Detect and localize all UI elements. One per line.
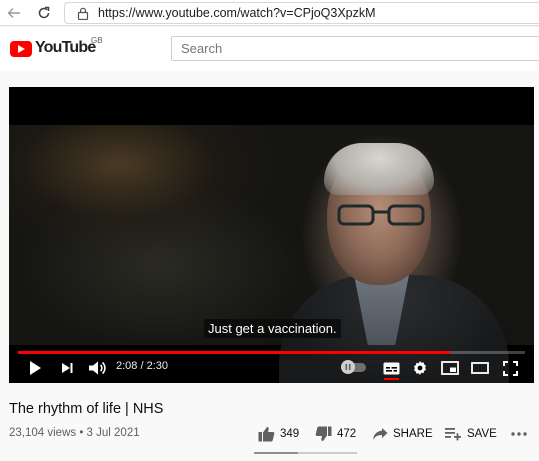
search-input[interactable]: Search [171, 36, 539, 61]
add-to-playlist-icon [445, 428, 461, 441]
youtube-logo[interactable]: YouTube GB [10, 36, 103, 61]
search-placeholder: Search [181, 41, 223, 56]
thumbs-down-icon [315, 426, 332, 441]
region-code: GB [91, 36, 103, 45]
speaker-glasses [337, 204, 425, 226]
refresh-icon [38, 6, 50, 19]
video-title: The rhythm of life | NHS [9, 401, 164, 417]
volume-icon [89, 361, 106, 375]
progress-played [18, 351, 451, 354]
thumbs-up-icon [258, 427, 275, 442]
play-icon [30, 361, 41, 375]
video-player[interactable]: Just get a vaccination. 2:08 / 2:30 [9, 87, 534, 383]
more-horizontal-icon [511, 432, 527, 436]
lock-icon [77, 7, 89, 20]
play-button[interactable] [25, 357, 45, 379]
logo-text: YouTube [35, 39, 96, 56]
browser-toolbar: https://www.youtube.com/watch?v=CPjoQ3Xp… [0, 0, 539, 26]
refresh-button[interactable] [34, 3, 54, 23]
back-arrow-icon [7, 8, 20, 18]
view-count-date: 23,104 views • 3 Jul 2021 [9, 427, 140, 439]
share-button[interactable]: SHARE [372, 424, 433, 444]
browser-window: https://www.youtube.com/watch?v=CPjoQ3Xp… [0, 0, 539, 461]
next-icon [62, 363, 73, 373]
youtube-header: YouTube GB Search [0, 27, 539, 71]
fullscreen-icon [502, 360, 518, 376]
address-bar[interactable]: https://www.youtube.com/watch?v=CPjoQ3Xp… [64, 2, 539, 24]
subtitles-icon [383, 362, 399, 374]
speaker-hair [324, 143, 434, 195]
theater-mode-button[interactable] [469, 357, 491, 379]
dislike-count: 472 [337, 428, 357, 440]
video-frame[interactable] [9, 125, 534, 383]
settings-button[interactable] [409, 357, 431, 379]
pause-icon [345, 364, 351, 370]
volume-button[interactable] [86, 357, 108, 379]
dislike-button[interactable]: 472 [315, 424, 356, 444]
settings-icon [414, 361, 426, 375]
fullscreen-button[interactable] [499, 357, 521, 379]
miniplayer-button[interactable] [439, 357, 461, 379]
like-count: 349 [280, 428, 300, 440]
subtitles-button[interactable] [380, 357, 402, 379]
time-display: 2:08 / 2:30 [116, 360, 168, 372]
like-ratio-fill [254, 452, 298, 454]
back-button[interactable] [4, 3, 24, 23]
like-dislike-ratio-bar [254, 452, 357, 454]
autoplay-knob [341, 360, 355, 374]
save-label: SAVE [467, 428, 497, 440]
url-text: https://www.youtube.com/watch?v=CPjoQ3Xp… [98, 6, 376, 20]
more-actions-button[interactable] [511, 424, 527, 444]
like-button[interactable]: 349 [258, 424, 299, 444]
share-label: SHARE [393, 428, 433, 440]
next-button[interactable] [57, 357, 77, 379]
theater-icon [471, 362, 489, 374]
miniplayer-icon [441, 361, 459, 375]
subtitle-caption: Just get a vaccination. [204, 319, 341, 338]
save-button[interactable]: SAVE [445, 424, 497, 444]
subtitles-active-indicator [384, 378, 399, 380]
progress-bar[interactable] [18, 351, 525, 354]
youtube-play-logo-icon [10, 41, 32, 57]
share-icon [373, 428, 388, 440]
